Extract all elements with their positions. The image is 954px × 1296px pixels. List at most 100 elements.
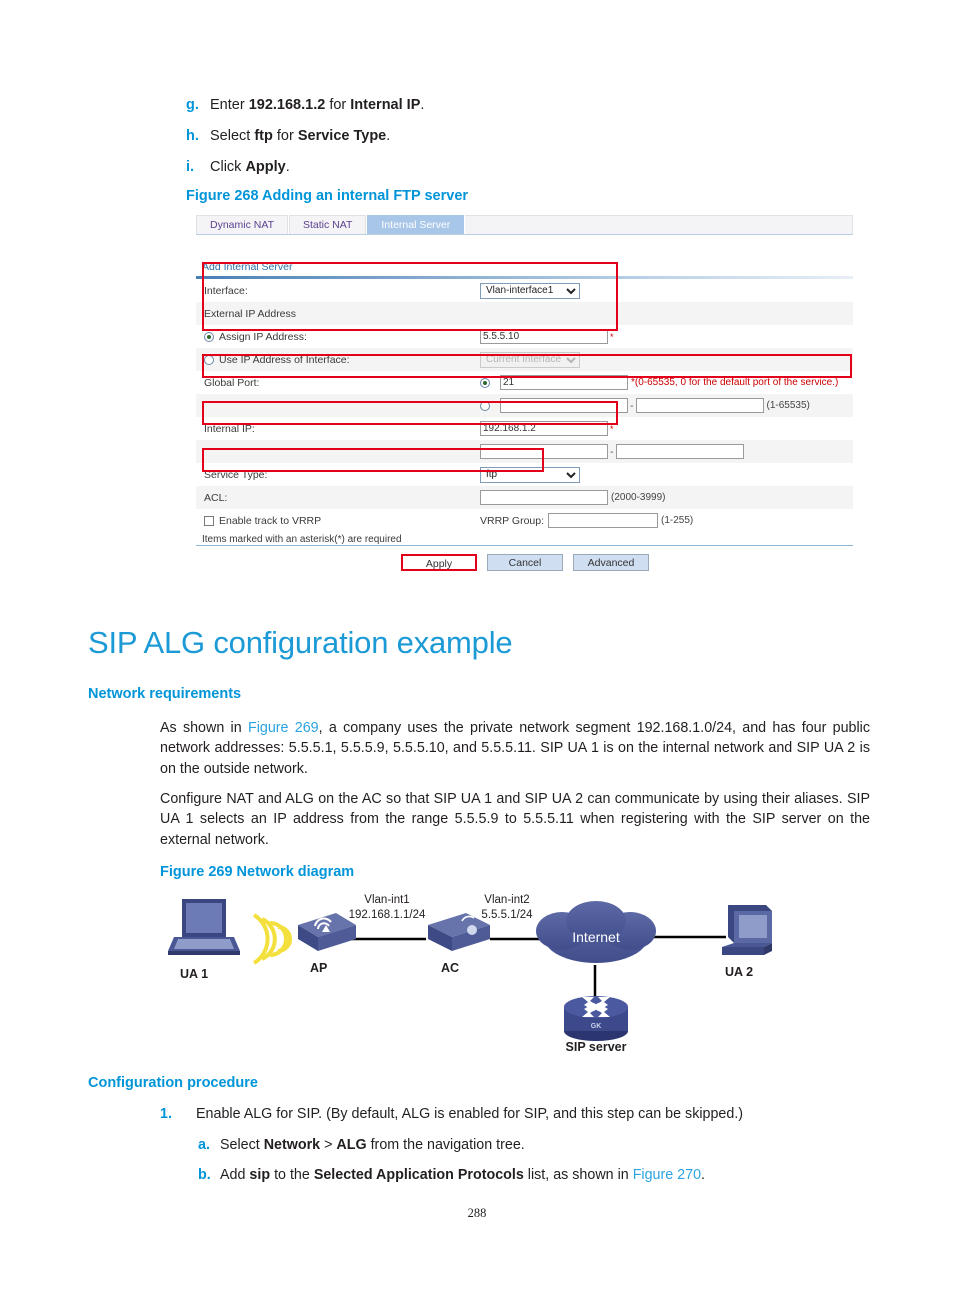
row-vrrp: Enable track to VRRP VRRP Group: (1-255): [196, 509, 853, 532]
acl-label: ACL:: [204, 491, 228, 504]
current-interface-control: Current Interface: [480, 351, 580, 368]
external-ip-address-label: External IP Address: [204, 307, 297, 320]
internal-ip-control: *: [480, 421, 614, 436]
internal-ip-range-to-input[interactable]: [615, 444, 744, 459]
row-assign-ip-address: Assign IP Address: *: [196, 325, 853, 348]
tab-bar: Dynamic NAT Static NAT Internal Server: [196, 215, 853, 235]
list-item: g. Enter 192.168.1.2 for Internal IP.: [186, 96, 886, 114]
enable-track-vrrp-wrap: Enable track to VRRP: [204, 515, 480, 527]
figure-269-link[interactable]: Figure 269: [248, 720, 319, 736]
interface-select[interactable]: Vlan-interface1: [480, 282, 580, 299]
vlan-int2-address: 5.5.5.1/24: [481, 909, 533, 921]
step-marker: i.: [186, 159, 195, 176]
menu-alg: ALG: [336, 1136, 367, 1153]
current-interface-select[interactable]: Current Interface: [480, 351, 580, 368]
selected-application-protocols-label: Selected Application Protocols: [313, 1167, 524, 1184]
form-section-title: Add Internal Server: [202, 261, 293, 273]
figure-269-caption: Figure 269 Network diagram: [160, 864, 355, 880]
ua2-label: UA 2: [725, 965, 754, 979]
sip-server-badge-label: GK: [591, 1023, 602, 1030]
assign-ip-control: *: [480, 329, 614, 344]
enable-track-vrrp-label: Enable track to VRRP: [219, 514, 322, 527]
figure-270-link[interactable]: Figure 270: [633, 1167, 701, 1183]
service-type-control: ftp: [480, 466, 580, 483]
global-port-label: Global Port:: [204, 376, 260, 389]
acl-input[interactable]: [480, 490, 608, 505]
protocol-sip: sip: [249, 1167, 271, 1184]
figure-268-caption: Figure 268 Adding an internal FTP server: [186, 188, 469, 204]
substep-text: Select Network > ALG from the navigation…: [220, 1136, 525, 1153]
page-title: SIP ALG configuration example: [88, 625, 513, 660]
enable-track-vrrp-checkbox[interactable]: [204, 515, 214, 526]
tab-static-nat[interactable]: Static NAT: [288, 215, 367, 234]
step-marker: h.: [186, 128, 199, 145]
list-item: i. Click Apply.: [186, 158, 886, 176]
interface-control: Vlan-interface1: [480, 282, 580, 299]
internal-ip-range-from-input[interactable]: [480, 444, 608, 459]
steps-list: g. Enter 192.168.1.2 for Internal IP. h.…: [186, 96, 886, 189]
service-type-select[interactable]: ftp: [480, 466, 580, 483]
list-item: a. Select Network > ALG from the navigat…: [160, 1136, 880, 1155]
use-ip-label-wrap: Use IP Address of Interface:: [204, 354, 480, 366]
service-type-value: ftp: [254, 128, 273, 145]
menu-network: Network: [263, 1136, 321, 1153]
global-port-range-control: - (1-65535): [480, 398, 810, 413]
internet-cloud-label: Internet: [572, 929, 620, 945]
heading-configuration-procedure: Configuration procedure: [88, 1075, 258, 1091]
list-item: b. Add sip to the Selected Application P…: [160, 1166, 880, 1185]
assign-ip-label-wrap: Assign IP Address:: [204, 331, 480, 343]
tab-dynamic-nat[interactable]: Dynamic NAT: [196, 215, 288, 234]
row-internal-ip-range: -: [196, 440, 853, 463]
range-dash: -: [610, 445, 614, 458]
global-port-range-from-input[interactable]: [500, 398, 628, 413]
global-port-hint: *(0-65535, 0 for the default port of the…: [631, 377, 839, 388]
ua1-laptop-icon: [168, 899, 240, 955]
internal-ip-input[interactable]: [480, 421, 608, 436]
substep-text: Add sip to the Selected Application Prot…: [220, 1167, 706, 1184]
acl-hint: (2000-3999): [611, 492, 666, 503]
vrrp-group-label: VRRP Group:: [480, 514, 544, 527]
configuration-steps: 1. Enable ALG for SIP. (By default, ALG …: [160, 1105, 880, 1197]
vrrp-group-input[interactable]: [548, 513, 658, 528]
sip-server-label: SIP server: [565, 1040, 627, 1054]
substep-marker: b.: [198, 1167, 211, 1184]
global-port-range-to-input[interactable]: [635, 398, 764, 413]
vlan-int1-address: 192.168.1.1/24: [348, 909, 426, 921]
button-bar: Apply Cancel Advanced: [196, 546, 853, 575]
row-global-port: Global Port: *(0-65535, 0 for the defaul…: [196, 371, 853, 394]
cancel-button[interactable]: Cancel: [487, 554, 563, 571]
ua1-label: UA 1: [180, 967, 209, 981]
use-ip-of-interface-radio[interactable]: [204, 354, 214, 365]
ap-label: AP: [310, 961, 328, 975]
range-dash: -: [630, 399, 634, 412]
list-item: 1. Enable ALG for SIP. (By default, ALG …: [160, 1105, 880, 1124]
internal-ip-label: Internal IP:: [204, 422, 255, 435]
global-port-single-radio[interactable]: [480, 377, 490, 388]
assign-ip-radio[interactable]: [204, 331, 214, 342]
assign-ip-label: Assign IP Address:: [219, 330, 307, 343]
row-service-type: Service Type: ftp: [196, 463, 853, 486]
ua2-workstation-icon: [722, 905, 772, 955]
advanced-button[interactable]: Advanced: [573, 554, 649, 571]
step-text: Click Apply.: [210, 159, 290, 176]
network-diagram: Internet GK UA 1 AP AC UA 2 SIP server V…: [150, 834, 850, 1065]
apply-button[interactable]: Apply: [401, 554, 477, 571]
tab-internal-server[interactable]: Internal Server: [367, 215, 465, 234]
step-text: Enable ALG for SIP. (By default, ALG is …: [196, 1106, 744, 1122]
service-type-label: Service Type:: [204, 468, 268, 481]
internal-ip-value: 192.168.1.2: [248, 97, 326, 113]
row-internal-ip: Internal IP: *: [196, 417, 853, 440]
internal-ip-field-name: Internal IP: [350, 97, 421, 113]
vrrp-group-hint: (1-255): [661, 515, 694, 526]
sentence-period: .: [701, 1167, 706, 1184]
interface-label: Interface:: [204, 284, 248, 297]
vlan-int2-name: Vlan-int2: [484, 894, 530, 906]
row-interface: Interface: Vlan-interface1: [196, 279, 853, 302]
global-port-input[interactable]: [500, 375, 628, 390]
internal-ip-range-control: -: [480, 444, 744, 459]
wireless-signal-icon: [252, 913, 292, 965]
service-type-field-name: Service Type: [297, 128, 387, 145]
assign-ip-input[interactable]: [480, 329, 608, 344]
global-port-range-radio[interactable]: [480, 400, 490, 411]
substep-marker: a.: [198, 1136, 210, 1153]
